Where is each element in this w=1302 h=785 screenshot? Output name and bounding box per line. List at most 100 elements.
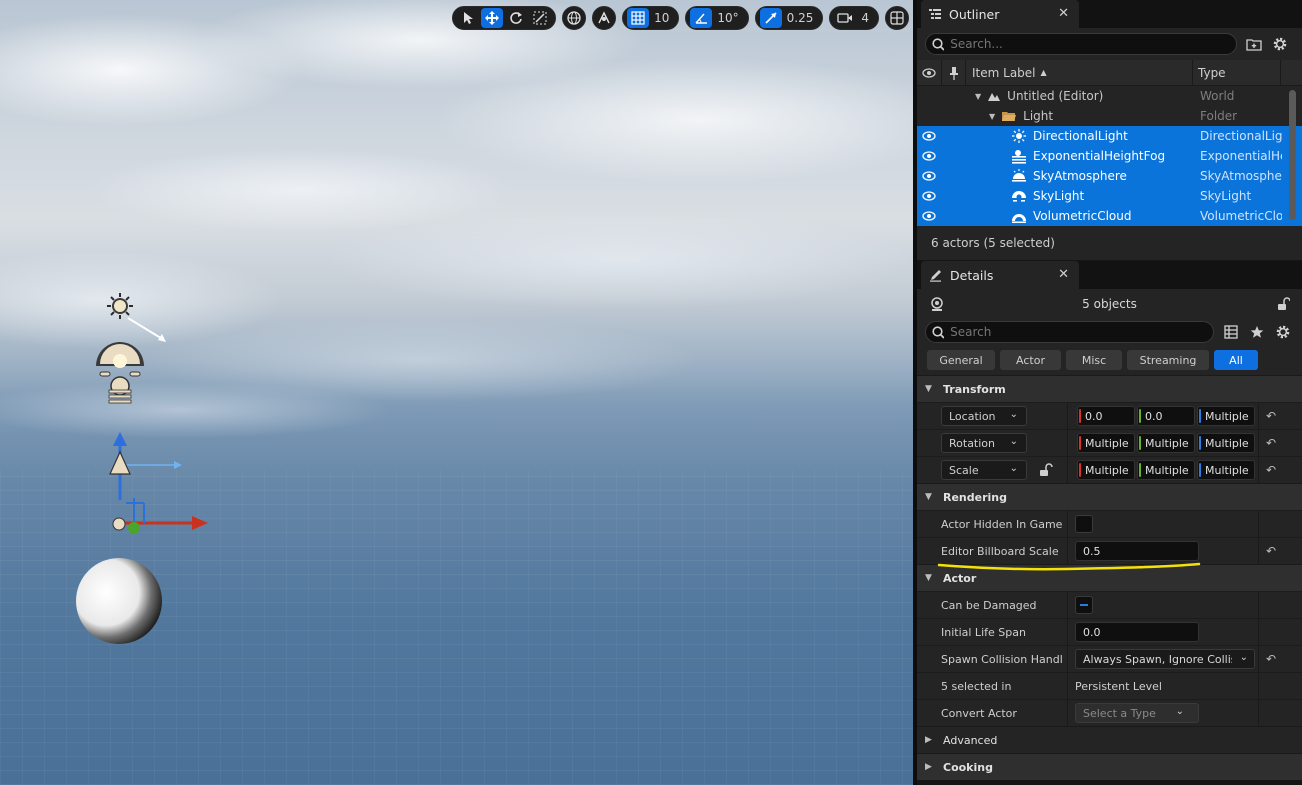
- visibility-toggle[interactable]: [917, 171, 941, 181]
- world-space-button[interactable]: [562, 6, 587, 30]
- location-x-field[interactable]: 0.0: [1077, 406, 1135, 426]
- add-folder-button[interactable]: [1245, 35, 1263, 53]
- outliner-row-volumetric-cloud[interactable]: VolumetricCloud VolumetricCloud: [917, 206, 1302, 226]
- camera-speed-value[interactable]: 4: [858, 11, 874, 25]
- row-type: DirectionalLight: [1200, 129, 1282, 143]
- item-label-column-header[interactable]: Item Label ▲: [966, 59, 1193, 86]
- location-mode-dropdown[interactable]: Location ⌄: [941, 406, 1027, 426]
- initial-life-span-field[interactable]: 0.0: [1075, 622, 1199, 642]
- outliner-search-input[interactable]: [950, 37, 1230, 51]
- select-mode-button[interactable]: [457, 8, 479, 28]
- visibility-toggle[interactable]: [917, 151, 941, 161]
- rotation-snap-toggle[interactable]: [690, 8, 713, 28]
- reset-to-default-icon[interactable]: ↶: [1266, 544, 1276, 558]
- outliner-search-box[interactable]: [925, 33, 1237, 55]
- billboard-scale-field[interactable]: 0.5: [1075, 541, 1199, 561]
- transform-section-header[interactable]: ▼ Transform: [917, 375, 1302, 402]
- outliner-row-sky-atmosphere[interactable]: SkyAtmosphere SkyAtmosphere: [917, 166, 1302, 186]
- actor-hidden-checkbox[interactable]: [1075, 515, 1093, 533]
- can-be-damaged-checkbox[interactable]: [1075, 596, 1093, 614]
- outliner-row-world[interactable]: ▼ Untitled (Editor) World: [917, 86, 1302, 106]
- filter-misc-button[interactable]: Misc: [1066, 350, 1122, 370]
- close-icon[interactable]: ✕: [1058, 6, 1069, 21]
- outliner-row-height-fog[interactable]: ExponentialHeightFog ExponentialHeightFo…: [917, 146, 1302, 166]
- camera-speed-button[interactable]: [834, 8, 856, 28]
- details-settings-button[interactable]: [1274, 323, 1292, 341]
- advanced-section-header[interactable]: ▶ Advanced: [917, 726, 1302, 753]
- eye-icon: [922, 211, 936, 221]
- unlock-icon[interactable]: [1039, 463, 1053, 477]
- outliner-row-sky-light[interactable]: SkyLight SkyLight: [917, 186, 1302, 206]
- close-icon[interactable]: ✕: [1058, 267, 1069, 282]
- property-matrix-button[interactable]: [1222, 323, 1240, 341]
- outliner-tab[interactable]: Outliner ✕: [921, 0, 1079, 28]
- visibility-toggle[interactable]: [917, 211, 941, 221]
- level-viewport[interactable]: 10 10° 0.25 4: [0, 0, 913, 785]
- reset-to-default-icon[interactable]: ↶: [1266, 463, 1276, 477]
- cloud-icon: [1012, 214, 1026, 223]
- grid-snap-value[interactable]: 10: [651, 11, 674, 25]
- location-z-field[interactable]: Multiple: [1197, 406, 1255, 426]
- filter-general-button[interactable]: General: [927, 350, 995, 370]
- rotation-snap-group[interactable]: 10°: [685, 6, 749, 30]
- visibility-column-header[interactable]: [917, 59, 942, 86]
- visibility-toggle[interactable]: [917, 191, 941, 201]
- rotation-mode-dropdown[interactable]: Rotation ⌄: [941, 433, 1027, 453]
- rotation-z-field[interactable]: Multiple: [1197, 433, 1255, 453]
- row-type: Folder: [1200, 109, 1238, 123]
- expand-arrow-icon[interactable]: ▼: [975, 92, 981, 101]
- cooking-section-header[interactable]: ▶ Cooking: [917, 753, 1302, 780]
- level-icon: [988, 93, 1001, 101]
- location-y-field[interactable]: 0.0: [1137, 406, 1195, 426]
- outliner-settings-button[interactable]: [1271, 35, 1289, 53]
- scale-z-field[interactable]: Multiple: [1197, 460, 1255, 480]
- filter-actor-button[interactable]: Actor: [1000, 350, 1061, 370]
- favorites-button[interactable]: [1248, 323, 1266, 341]
- skylight-billboard[interactable]: [96, 342, 144, 377]
- fog-billboard[interactable]: [108, 376, 132, 404]
- rotation-x-field[interactable]: Multiple: [1077, 433, 1135, 453]
- surface-snapping-button[interactable]: [592, 6, 617, 30]
- filter-all-button[interactable]: All: [1214, 350, 1258, 370]
- convert-actor-dropdown[interactable]: Select a Type ⌄: [1075, 703, 1199, 723]
- outliner-scrollbar[interactable]: [1289, 90, 1296, 220]
- details-tab[interactable]: Details ✕: [921, 261, 1079, 289]
- visibility-toggle[interactable]: [917, 131, 941, 141]
- spawn-collision-dropdown[interactable]: Always Spawn, Ignore Collisions ⌄: [1075, 649, 1255, 669]
- volumetric-cloud-sphere[interactable]: [76, 558, 162, 644]
- type-column-header[interactable]: Type: [1193, 59, 1281, 86]
- eye-icon: [922, 191, 936, 201]
- rotation-snap-value[interactable]: 10°: [714, 11, 743, 25]
- scale-y-field[interactable]: Multiple: [1137, 460, 1195, 480]
- outliner-row-folder[interactable]: ▼ Light Folder: [917, 106, 1302, 126]
- pin-column-header[interactable]: [942, 59, 966, 86]
- camera-speed-group[interactable]: 4: [829, 6, 879, 30]
- rotate-mode-button[interactable]: [505, 8, 527, 28]
- scale-snap-toggle[interactable]: [759, 8, 782, 28]
- filter-streaming-button[interactable]: Streaming: [1127, 350, 1209, 370]
- transform-gizmo[interactable]: [112, 498, 208, 534]
- scale-snap-value[interactable]: 0.25: [784, 11, 819, 25]
- translate-mode-button[interactable]: [481, 8, 504, 28]
- viewport-layout-button[interactable]: [885, 6, 909, 30]
- outliner-row-directional-light[interactable]: DirectionalLight DirectionalLight: [917, 126, 1302, 146]
- grid-snap-toggle[interactable]: [627, 8, 650, 28]
- directional-light-billboard[interactable]: [107, 293, 166, 342]
- details-search-box[interactable]: [925, 321, 1214, 343]
- grid-snap-group[interactable]: 10: [622, 6, 680, 30]
- scale-mode-button[interactable]: [529, 8, 551, 28]
- reset-to-default-icon[interactable]: ↶: [1266, 436, 1276, 450]
- column-divider: [1067, 538, 1068, 565]
- atmosphere-billboard[interactable]: [109, 432, 182, 500]
- scale-mode-dropdown[interactable]: Scale ⌄: [941, 460, 1027, 480]
- scale-snap-group[interactable]: 0.25: [754, 6, 824, 30]
- details-search-input[interactable]: [950, 325, 1207, 339]
- actor-section-header[interactable]: ▼ Actor: [917, 564, 1302, 591]
- scale-x-field[interactable]: Multiple: [1077, 460, 1135, 480]
- unlock-icon[interactable]: [1276, 297, 1290, 311]
- reset-to-default-icon[interactable]: ↶: [1266, 409, 1276, 423]
- rotation-y-field[interactable]: Multiple: [1137, 433, 1195, 453]
- expand-arrow-icon[interactable]: ▼: [989, 112, 995, 121]
- reset-to-default-icon[interactable]: ↶: [1266, 652, 1276, 666]
- rendering-section-header[interactable]: ▼ Rendering: [917, 483, 1302, 510]
